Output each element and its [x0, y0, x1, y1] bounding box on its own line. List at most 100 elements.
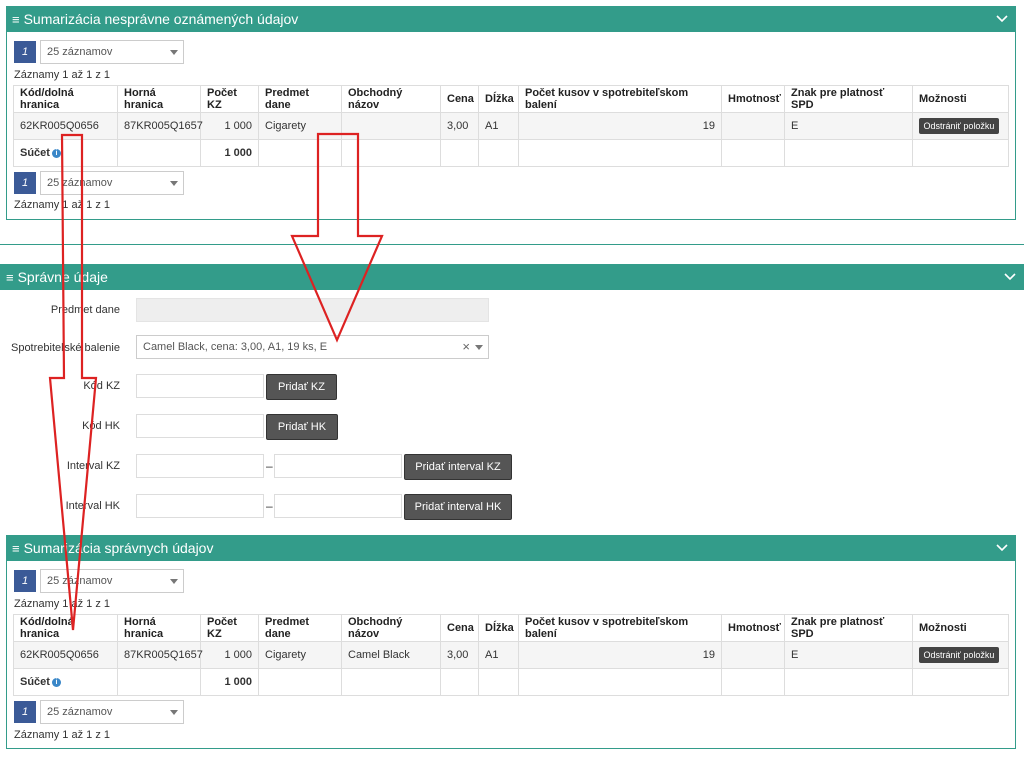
cell-pocet: 1 000	[200, 112, 259, 140]
add-interval-kz-button[interactable]: Pridať interval KZ	[404, 454, 512, 480]
menu-icon: ≡	[12, 540, 20, 556]
col-header[interactable]: Predmet dane	[258, 85, 342, 113]
records-info: Záznamy 1 až 1 z 1	[14, 598, 110, 610]
caret-down-icon	[170, 50, 178, 55]
kod-hk-input[interactable]	[136, 414, 264, 438]
cell-nazov	[341, 112, 441, 140]
col-header[interactable]: Cena	[440, 614, 479, 642]
top-summary-table: Kód/dolná hranica Horná hranica Počet KZ…	[13, 85, 1009, 167]
col-header[interactable]: Predmet dane	[258, 614, 342, 642]
label-kod-kz: Kód KZ	[83, 380, 120, 392]
cell-znak: E	[784, 112, 913, 140]
cell-dlzka: A1	[478, 112, 519, 140]
per-page-select[interactable]: 25 záznamov	[40, 700, 184, 724]
sum-label-cell: Súčet i	[13, 668, 118, 696]
per-page-select[interactable]: 25 záznamov	[40, 40, 184, 64]
cell-nazov: Camel Black	[341, 641, 441, 669]
table-header-row: Kód/dolná hranica Horná hranica Počet KZ…	[13, 85, 1009, 113]
predmet-input	[136, 298, 489, 322]
col-header[interactable]: Dĺžka	[478, 85, 519, 113]
menu-icon: ≡	[12, 11, 20, 27]
top-pager-upper: 1 25 záznamov	[14, 40, 184, 64]
info-icon[interactable]: i	[51, 677, 61, 687]
correct-panel-header[interactable]: ≡ Správne údaje	[0, 264, 1024, 290]
col-header[interactable]: Počet KZ	[200, 85, 259, 113]
cell-kod: 62KR005Q0656	[13, 641, 118, 669]
col-header[interactable]: Obchodný názov	[341, 85, 441, 113]
cell-predmet: Cigarety	[258, 112, 342, 140]
col-header[interactable]: Znak pre platnosť SPD	[784, 614, 913, 642]
kod-kz-input[interactable]	[136, 374, 264, 398]
col-header[interactable]: Kód/dolná hranica	[13, 85, 118, 113]
col-header[interactable]: Hmotnosť	[721, 85, 785, 113]
cell-hmotnost	[721, 641, 785, 669]
remove-item-button[interactable]: Odstrániť položku	[919, 118, 999, 134]
divider-line	[0, 244, 1024, 245]
range-dash: –	[266, 459, 273, 473]
chevron-down-icon[interactable]	[1004, 270, 1016, 282]
chevron-down-icon[interactable]	[996, 541, 1008, 553]
cell-horna: 87KR005Q1657	[117, 641, 203, 669]
add-interval-hk-button[interactable]: Pridať interval HK	[404, 494, 512, 520]
bottom-pager-lower: 1 25 záznamov	[14, 700, 184, 724]
range-dash: –	[266, 499, 273, 513]
col-header[interactable]: Obchodný názov	[341, 614, 441, 642]
cell-cena: 3,00	[440, 641, 479, 669]
col-header[interactable]: Hmotnosť	[721, 614, 785, 642]
bottom-summary-table: Kód/dolná hranica Horná hranica Počet KZ…	[13, 614, 1009, 696]
caret-down-icon	[170, 181, 178, 186]
records-info: Záznamy 1 až 1 z 1	[14, 199, 110, 211]
chevron-down-icon[interactable]	[996, 12, 1008, 24]
table-header-row: Kód/dolná hranica Horná hranica Počet KZ…	[13, 614, 1009, 642]
top-panel-title: Sumarizácia nesprávne oznámených údajov	[23, 11, 299, 27]
interval-hk-from-input[interactable]	[136, 494, 264, 518]
add-hk-button[interactable]: Pridať HK	[266, 414, 338, 440]
bottom-panel-header[interactable]: ≡ Sumarizácia správnych údajov	[6, 535, 1016, 561]
col-header: Možnosti	[912, 614, 1009, 642]
sum-label-cell: Súčet i	[13, 139, 118, 167]
cell-predmet: Cigarety	[258, 641, 342, 669]
col-header[interactable]: Horná hranica	[117, 85, 201, 113]
col-header[interactable]: Počet KZ	[200, 614, 259, 642]
table-row: 62KR005Q0656 87KR005Q1657 1 000 Cigarety…	[13, 641, 1009, 669]
col-header[interactable]: Počet kusov v spotrebiteľskom balení	[518, 85, 722, 113]
add-kz-button[interactable]: Pridať KZ	[266, 374, 337, 400]
page-number-button[interactable]: 1	[14, 41, 36, 63]
per-page-select[interactable]: 25 záznamov	[40, 569, 184, 593]
cell-actions: Odstrániť položku	[912, 112, 1009, 140]
cell-actions: Odstrániť položku	[912, 641, 1009, 669]
col-header[interactable]: Cena	[440, 85, 479, 113]
cell-cena: 3,00	[440, 112, 479, 140]
cell-dlzka: A1	[478, 641, 519, 669]
col-header[interactable]: Počet kusov v spotrebiteľskom balení	[518, 614, 722, 642]
col-header[interactable]: Horná hranica	[117, 614, 201, 642]
sum-row: Súčet i 1 000	[13, 668, 1009, 696]
page-number-button[interactable]: 1	[14, 172, 36, 194]
caret-down-icon	[475, 345, 483, 350]
interval-kz-from-input[interactable]	[136, 454, 264, 478]
cell-kod: 62KR005Q0656	[13, 112, 118, 140]
cell-hmotnost	[721, 112, 785, 140]
info-icon[interactable]: i	[51, 148, 61, 158]
interval-kz-to-input[interactable]	[274, 454, 402, 478]
col-header[interactable]: Kód/dolná hranica	[13, 614, 118, 642]
menu-icon: ≡	[6, 269, 14, 285]
page-number-button[interactable]: 1	[14, 701, 36, 723]
table-row: 62KR005Q0656 87KR005Q1657 1 000 Cigarety…	[13, 112, 1009, 140]
col-header: Možnosti	[912, 85, 1009, 113]
sum-row: Súčet i 1 000	[13, 139, 1009, 167]
interval-hk-to-input[interactable]	[274, 494, 402, 518]
cell-znak: E	[784, 641, 913, 669]
top-panel-header[interactable]: ≡ Sumarizácia nesprávne oznámených údajo…	[6, 6, 1016, 32]
cell-horna: 87KR005Q1657	[117, 112, 203, 140]
col-header[interactable]: Znak pre platnosť SPD	[784, 85, 913, 113]
col-header[interactable]: Dĺžka	[478, 614, 519, 642]
remove-item-button[interactable]: Odstrániť položku	[919, 647, 999, 663]
page-number-button[interactable]: 1	[14, 570, 36, 592]
balenie-select[interactable]: Camel Black, cena: 3,00, A1, 19 ks, E ×	[136, 335, 489, 359]
per-page-select[interactable]: 25 záznamov	[40, 171, 184, 195]
label-interval-kz: Interval KZ	[66, 460, 120, 472]
cell-kusov: 19	[518, 112, 722, 140]
clear-icon[interactable]: ×	[462, 339, 470, 354]
cell-pocet: 1 000	[200, 641, 259, 669]
